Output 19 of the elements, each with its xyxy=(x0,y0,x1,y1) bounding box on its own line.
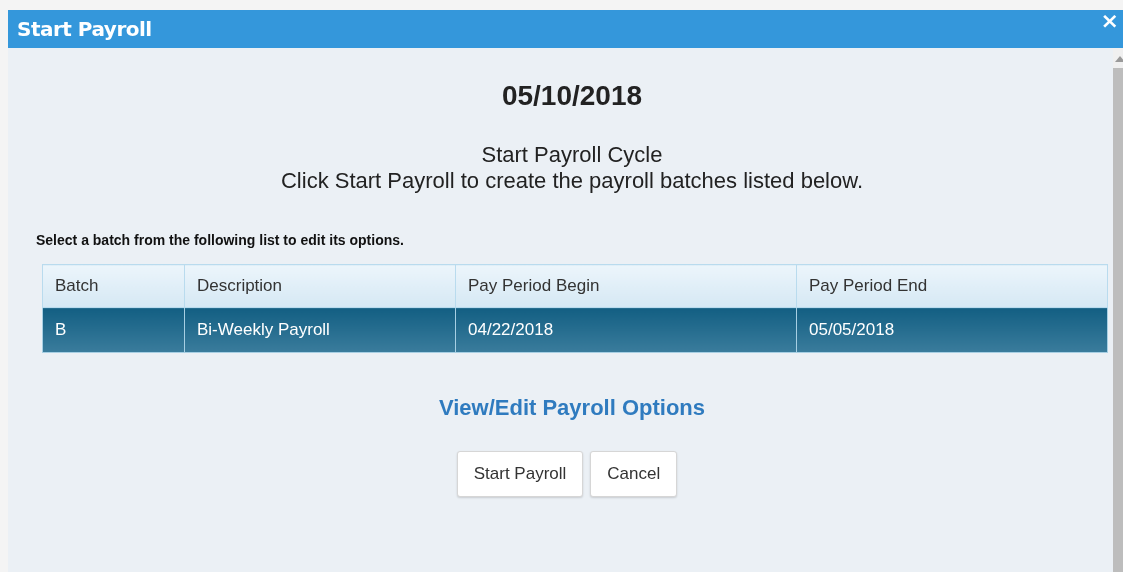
table-cell: 04/22/2018 xyxy=(455,307,797,353)
instruction-text: Select a batch from the following list to edit its options. xyxy=(36,232,405,248)
column-header: Pay Period Begin xyxy=(455,264,797,308)
window-title: Start Payroll xyxy=(17,17,152,41)
date-heading: 05/10/2018 xyxy=(500,80,644,112)
intro-text: Click Start Payroll to create the payroll batches listed below. xyxy=(279,168,865,194)
close-button[interactable]: × xyxy=(1096,10,1123,32)
dialog-button[interactable]: Cancel xyxy=(590,451,678,497)
table-cell: B xyxy=(42,307,185,353)
column-header: Description xyxy=(184,264,456,308)
column-header: Batch xyxy=(42,264,185,308)
options-link[interactable]: View/Edit Payroll Options xyxy=(438,395,706,420)
scroll-up-icon[interactable] xyxy=(1114,56,1123,62)
dialog-button[interactable]: Start Payroll xyxy=(456,451,584,497)
column-header: Pay Period End xyxy=(796,264,1108,308)
table-row[interactable]: B Bi-Weekly Payroll 04/22/2018 05/05/2018 xyxy=(42,307,1108,353)
table-cell: 05/05/2018 xyxy=(796,307,1108,353)
intro-text: Start Payroll Cycle xyxy=(480,142,664,168)
table-cell: Bi-Weekly Payroll xyxy=(184,307,456,353)
